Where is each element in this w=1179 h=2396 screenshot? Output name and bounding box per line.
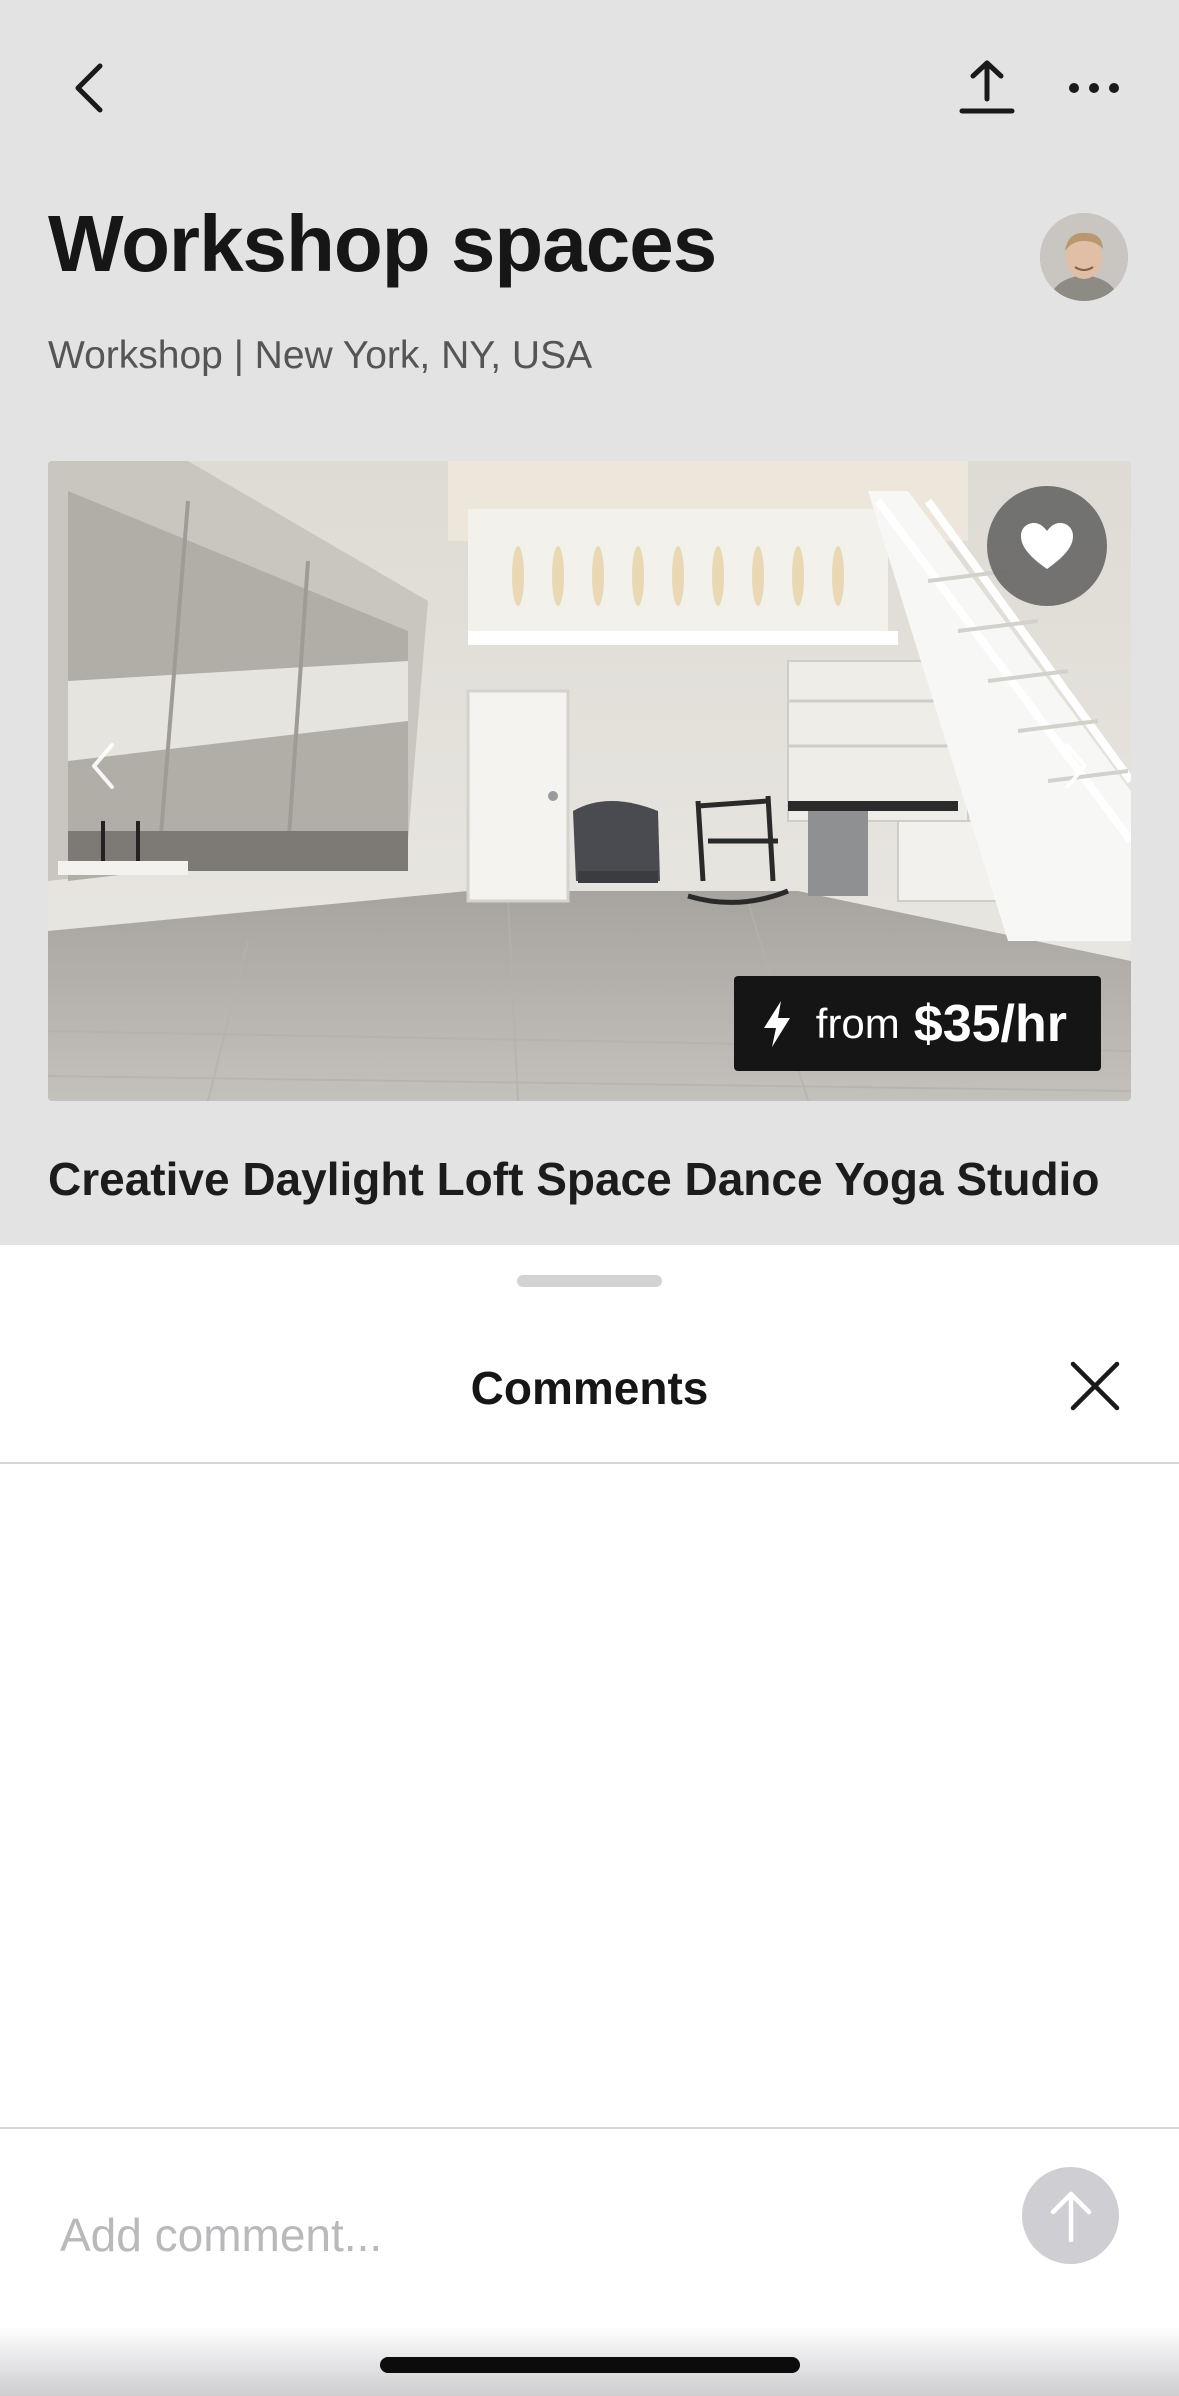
chevron-left-icon bbox=[75, 63, 103, 113]
price-badge: from $35/hr bbox=[733, 976, 1101, 1071]
back-button[interactable] bbox=[48, 48, 128, 128]
close-button[interactable] bbox=[1062, 1353, 1128, 1419]
home-indicator[interactable] bbox=[380, 2357, 800, 2373]
ellipsis-icon bbox=[1069, 83, 1119, 93]
heart-icon bbox=[1021, 523, 1073, 569]
next-photo-button[interactable] bbox=[1041, 731, 1111, 801]
sheet-title: Comments bbox=[470, 1362, 709, 1414]
top-navigation-bar bbox=[0, 0, 1179, 180]
user-avatar[interactable] bbox=[1040, 213, 1128, 301]
composer-divider bbox=[0, 2127, 1179, 2129]
comments-sheet: Comments bbox=[0, 1245, 1179, 2396]
favorite-button[interactable] bbox=[987, 486, 1107, 606]
more-options-button[interactable] bbox=[1054, 48, 1134, 128]
price-amount: $35/hr bbox=[913, 994, 1067, 1053]
send-comment-button[interactable] bbox=[1022, 2167, 1119, 2264]
page-title: Workshop spaces bbox=[48, 199, 717, 288]
listing-photo-carousel[interactable]: from $35/hr bbox=[48, 461, 1131, 1101]
arrow-up-icon bbox=[1050, 2191, 1091, 2242]
chevron-right-icon bbox=[1065, 743, 1087, 789]
close-icon bbox=[1070, 1361, 1120, 1411]
share-upload-icon bbox=[959, 60, 1015, 114]
share-button[interactable] bbox=[946, 46, 1028, 128]
sheet-drag-handle[interactable] bbox=[517, 1275, 662, 1287]
price-from-label: from bbox=[815, 999, 900, 1047]
previous-photo-button[interactable] bbox=[68, 731, 138, 801]
category-location-subtitle: Workshop | New York, NY, USA bbox=[48, 334, 593, 377]
lightning-bolt-icon bbox=[760, 999, 794, 1049]
comment-input[interactable] bbox=[60, 2185, 960, 2285]
chevron-left-icon bbox=[92, 743, 114, 789]
listing-title[interactable]: Creative Daylight Loft Space Dance Yoga … bbox=[48, 1152, 1099, 1206]
avatar-image bbox=[1040, 213, 1128, 301]
